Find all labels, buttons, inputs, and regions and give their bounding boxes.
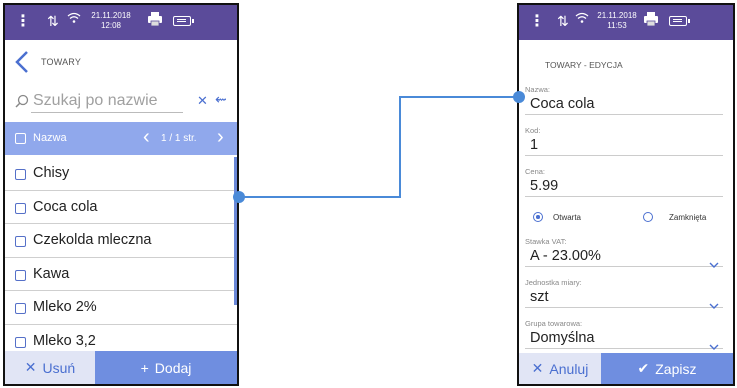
item-label: Kawa — [33, 265, 70, 282]
name-field[interactable]: Nazwa: Coca cola — [525, 85, 723, 115]
save-button[interactable]: ✔ Zapisz — [601, 353, 733, 384]
chevron-down-icon[interactable] — [709, 296, 719, 309]
item-label: Mleko 2% — [33, 299, 97, 315]
item-checkbox[interactable] — [15, 169, 26, 180]
unit-label: Jednostka miary: — [525, 278, 582, 287]
select-all-checkbox[interactable] — [15, 133, 26, 144]
item-checkbox[interactable] — [15, 269, 26, 281]
status-bar: ⋮ ⇅ 21.11.2018 11:53 — [519, 5, 733, 40]
battery-icon — [669, 16, 690, 26]
plus-icon: + — [140, 359, 149, 376]
unit-select[interactable]: Jednostka miary: szt — [525, 278, 723, 309]
cancel-button[interactable]: ✕ Anuluj — [519, 353, 601, 384]
price-label: Cena: — [525, 167, 546, 176]
list-item[interactable]: Coca cola — [5, 191, 237, 224]
vat-value[interactable]: A - 23.00% — [525, 246, 723, 267]
list-item[interactable]: Czekolda mleczna — [5, 224, 237, 258]
page-indicator: 1 / 1 str. — [161, 133, 197, 144]
item-checkbox[interactable] — [15, 303, 26, 314]
status-time: 12:08 — [100, 21, 122, 30]
close-icon: ✕ — [24, 359, 37, 375]
title-bar: TOWARY — [5, 40, 237, 84]
delete-button[interactable]: ✕ Usuń — [5, 351, 95, 384]
vat-select[interactable]: Stawka VAT: A - 23.00% — [525, 237, 723, 268]
save-button-label: Zapisz — [655, 360, 697, 377]
prev-page-icon[interactable]: ‹ — [143, 126, 150, 149]
vat-label: Stawka VAT: — [525, 237, 567, 246]
item-label: Mleko 3,2 — [33, 332, 96, 349]
swap-icon[interactable]: ⇜ — [215, 91, 227, 108]
status-bar: ⋮ ⇅ 21.11.2018 12:08 — [5, 5, 237, 40]
search-input[interactable] — [31, 90, 183, 113]
add-button-label: Dodaj — [154, 359, 192, 376]
price-type-radio-group: Otwarta Zamknięta — [531, 211, 731, 227]
next-page-icon[interactable]: › — [217, 126, 224, 149]
list-scrollbar[interactable] — [234, 157, 237, 305]
code-input[interactable]: 1 — [525, 135, 723, 156]
back-chevron-icon[interactable] — [13, 50, 33, 74]
price-field[interactable]: Cena: 5.99 — [525, 167, 723, 197]
code-label: Kod: — [525, 126, 541, 135]
cancel-button-label: Anuluj — [549, 360, 589, 377]
search-row: ✕ ⇜ — [5, 84, 237, 118]
status-datetime: 21.11.2018 12:08 — [91, 11, 131, 31]
list-screen: ⋮ ⇅ 21.11.2018 12:08 TOWARY ✕ ⇜ Nazwa ‹ … — [3, 3, 239, 386]
group-value[interactable]: Domyślna — [525, 328, 723, 349]
item-label: Czekolda mleczna — [33, 232, 152, 248]
page-title: TOWARY - EDYCJA — [545, 60, 623, 70]
printer-icon — [643, 12, 659, 27]
kebab-menu-icon[interactable]: ⋮ — [529, 13, 545, 31]
radio-open-label: Otwarta — [553, 213, 582, 222]
bottom-action-bar: ✕ Anuluj ✔ Zapisz — [519, 353, 733, 384]
wifi-icon — [67, 11, 81, 27]
add-button[interactable]: + Dodaj — [95, 351, 237, 384]
product-list: Chisy Coca cola Czekolda mleczna Kawa Ml… — [5, 157, 237, 358]
item-checkbox[interactable] — [15, 236, 26, 247]
search-icon — [15, 94, 29, 108]
item-checkbox[interactable] — [15, 336, 26, 348]
radio-closed-label: Zamknięta — [669, 213, 707, 222]
item-label: Chisy — [33, 165, 70, 181]
name-label: Nazwa: — [525, 85, 551, 94]
list-item[interactable]: Mleko 2% — [5, 291, 237, 325]
list-item[interactable]: Kawa — [5, 258, 237, 291]
sort-arrows-icon: ⇅ — [47, 13, 59, 29]
status-datetime: 21.11.2018 11:53 — [597, 11, 637, 31]
chevron-down-icon[interactable] — [709, 337, 719, 350]
radio-closed[interactable] — [643, 212, 653, 222]
status-date: 21.11.2018 — [91, 11, 131, 20]
status-date: 21.11.2018 — [597, 11, 637, 20]
column-name[interactable]: Nazwa — [33, 132, 67, 144]
list-header: Nazwa ‹ 1 / 1 str. › — [5, 122, 237, 155]
chevron-down-icon[interactable] — [709, 255, 719, 268]
name-input[interactable]: Coca cola — [525, 94, 723, 115]
unit-value[interactable]: szt — [525, 287, 723, 308]
item-label: Coca cola — [33, 198, 98, 215]
printer-icon — [147, 12, 163, 27]
clear-icon[interactable]: ✕ — [197, 93, 208, 109]
sort-arrows-icon: ⇅ — [557, 13, 569, 29]
close-icon: ✕ — [531, 360, 544, 376]
wifi-icon — [575, 11, 589, 27]
checkmark-icon: ✔ — [637, 360, 650, 376]
item-checkbox[interactable] — [15, 202, 26, 214]
edit-screen: ⋮ ⇅ 21.11.2018 11:53 TOWARY - EDYCJA Naz… — [517, 3, 735, 386]
bottom-action-bar: ✕ Usuń + Dodaj — [5, 351, 237, 384]
radio-open[interactable] — [533, 212, 543, 222]
group-label: Grupa towarowa: — [525, 319, 583, 328]
page-title: TOWARY — [41, 57, 82, 67]
price-input[interactable]: 5.99 — [525, 176, 723, 197]
list-item[interactable]: Chisy — [5, 157, 237, 191]
delete-button-label: Usuń — [42, 359, 76, 376]
group-select[interactable]: Grupa towarowa: Domyślna — [525, 319, 723, 350]
battery-icon — [173, 16, 194, 26]
kebab-menu-icon[interactable]: ⋮ — [15, 13, 31, 31]
status-time: 11:53 — [607, 21, 627, 30]
code-field[interactable]: Kod: 1 — [525, 126, 723, 156]
